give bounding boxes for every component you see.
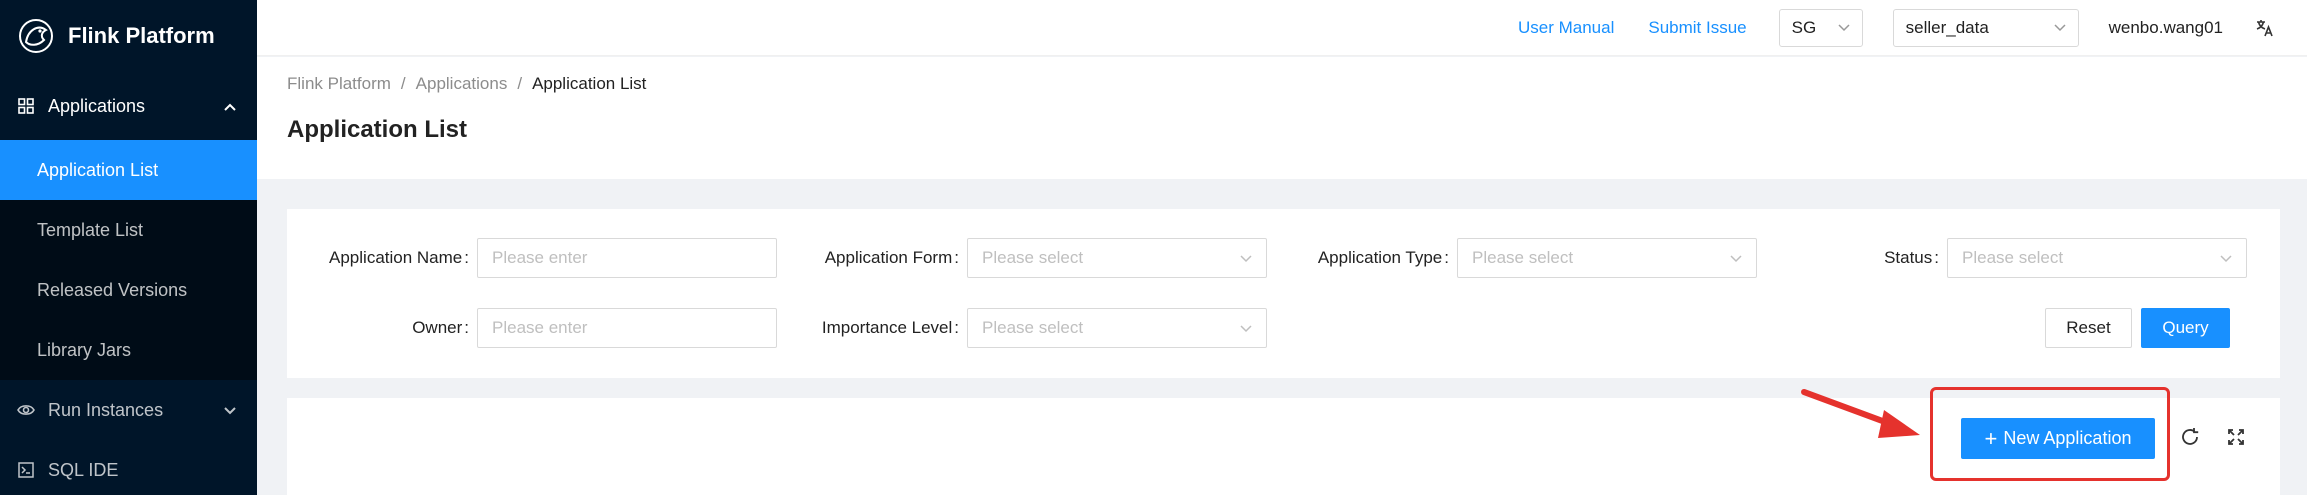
username[interactable]: wenbo.wang01 [2109,18,2223,38]
app-name-input[interactable]: Please enter [477,238,777,278]
sidebar-group-sql-ide[interactable]: SQL IDE [0,440,257,495]
importance-label: Importance Level: [821,318,959,337]
sidebar-item-application-list[interactable]: Application List [0,140,257,200]
breadcrumb-item[interactable]: Applications [416,74,508,94]
new-application-button[interactable]: + New Application [1961,418,2155,459]
status-label: Status: [1884,248,1939,267]
plus-icon: + [1984,425,1998,451]
page-header: Flink Platform / Applications / Applicat… [257,57,2307,179]
owner-input[interactable]: Please enter [477,308,777,348]
page-title: Application List [287,116,467,143]
breadcrumb-current: Application List [532,74,647,93]
sidebar-group-run-instances[interactable]: Run Instances [0,380,257,440]
sidebar-group-label: SQL IDE [48,459,119,480]
sidebar-item-template-list[interactable]: Template List [0,200,257,260]
importance-select[interactable]: Please select [967,308,1267,348]
app-type-select[interactable]: Please select [1457,238,1757,278]
sidebar: Flink Platform Applications Application … [0,0,257,495]
chevron-down-icon [2054,20,2066,35]
app-title: Flink Platform [68,23,215,48]
chevron-down-icon [1240,318,1252,338]
fullscreen-icon[interactable] [2224,425,2248,449]
reset-button[interactable]: Reset [2045,308,2132,348]
chevron-up-icon [223,96,237,117]
sidebar-group-label: Applications [48,95,146,116]
breadcrumb: Flink Platform / Applications / Applicat… [287,57,2307,94]
sidebar-item-library-jars[interactable]: Library Jars [0,320,257,380]
sidebar-submenu-applications: Application List Template List Released … [0,140,257,380]
new-application-label: New Application [2003,428,2132,448]
owner-label: Owner: [412,318,469,337]
squirrel-logo-icon [16,16,56,56]
logo[interactable]: Flink Platform [0,0,257,72]
breadcrumb-separator: / [400,74,406,93]
annotation-arrow-icon [1801,389,1920,438]
sidebar-group-applications[interactable]: Applications [0,72,257,140]
top-header: User Manual Submit Issue SG seller_data … [257,0,2307,56]
query-button[interactable]: Query [2141,308,2230,348]
region-select[interactable]: SG [1778,8,1863,47]
project-select[interactable]: seller_data [1892,8,2079,47]
breadcrumb-item[interactable]: Flink Platform [287,74,391,94]
chevron-down-icon [1730,248,1742,268]
filter-form: Application Name: Please enter Applicati… [287,209,2280,378]
app-name-label: Application Name: [329,248,469,267]
breadcrumb-separator: / [517,74,523,93]
chevron-down-icon [1838,20,1850,35]
grid-icon [16,96,36,116]
app-form-label: Application Form: [824,248,959,267]
eye-icon [16,400,36,420]
app-type-label: Application Type: [1317,248,1449,267]
submit-issue-link[interactable]: Submit Issue [1648,18,1746,38]
chevron-down-icon [2220,248,2232,268]
project-value: seller_data [1905,17,1989,37]
user-manual-link[interactable]: User Manual [1518,18,1614,38]
chevron-down-icon [1240,248,1252,268]
chevron-down-icon [223,400,237,421]
translate-icon[interactable] [2253,16,2277,40]
sidebar-group-label: Run Instances [48,399,164,420]
terminal-icon [16,460,36,480]
region-value: SG [1791,17,1817,37]
sidebar-item-released-versions[interactable]: Released Versions [0,260,257,320]
app-form-select[interactable]: Please select [967,238,1267,278]
refresh-icon[interactable] [2178,425,2202,449]
status-select[interactable]: Please select [1947,238,2247,278]
